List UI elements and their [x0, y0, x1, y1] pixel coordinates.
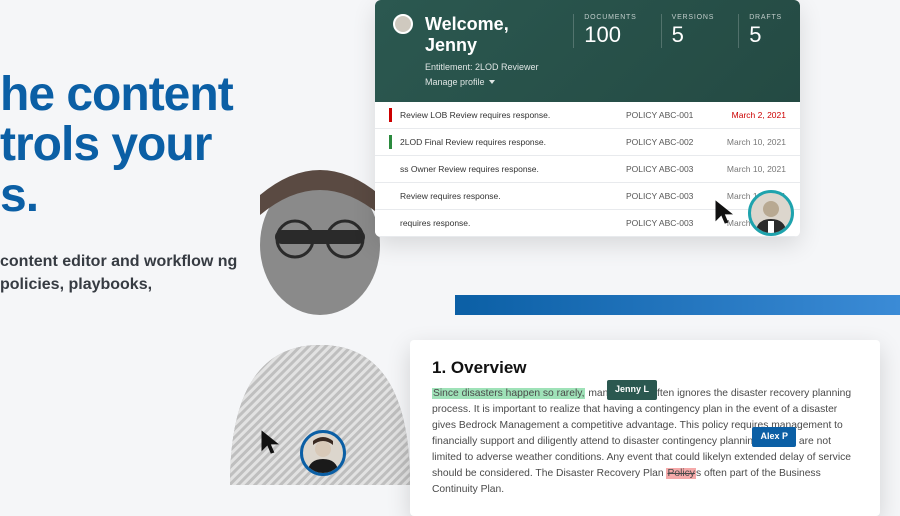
stat-label: VERSIONS — [672, 14, 715, 21]
dashboard-header: Welcome, Jenny Entitlement: 2LOD Reviewe… — [375, 0, 800, 102]
task-row[interactable]: Review LOB Review requires response. POL… — [375, 102, 800, 129]
task-row[interactable]: 2LOD Final Review requires response. POL… — [375, 129, 800, 156]
priority-bar-icon — [389, 108, 392, 122]
stat-documents: DOCUMENTS 100 — [573, 14, 636, 48]
entitlement-text: Entitlement: 2LOD Reviewer — [425, 62, 561, 72]
task-date: March 2, 2021 — [716, 110, 786, 120]
priority-bar-icon — [389, 189, 392, 203]
task-text: Review requires response. — [400, 191, 626, 201]
stat-value: 5 — [749, 22, 782, 48]
comment-tag-alex[interactable]: Alex P — [752, 427, 796, 447]
highlight-red: Policy — [666, 468, 695, 479]
chevron-down-icon — [489, 80, 495, 84]
document-panel: 1. Overview Jenny L Alex P Since disaste… — [410, 340, 880, 516]
stat-label: DOCUMENTS — [584, 14, 636, 21]
welcome-text: Welcome, Jenny — [425, 14, 561, 56]
stat-value: 100 — [584, 22, 636, 48]
task-policy: POLICY ABC-003 — [626, 218, 716, 228]
hero-text: he content trols your s. content editor … — [0, 70, 300, 296]
comment-tag-jenny[interactable]: Jenny L — [607, 380, 657, 400]
stat-versions: VERSIONS 5 — [661, 14, 715, 48]
collaborator-avatar[interactable] — [748, 190, 794, 236]
person-icon — [751, 195, 791, 235]
user-avatar-icon[interactable] — [393, 14, 413, 34]
cursor-icon — [258, 428, 286, 456]
manage-profile-link[interactable]: Manage profile — [425, 77, 495, 87]
doc-heading: 1. Overview — [432, 358, 858, 378]
doc-body[interactable]: Jenny L Alex P Since disasters happen so… — [432, 386, 858, 498]
hero-heading-line2: trols your — [0, 120, 300, 170]
person-icon — [303, 435, 343, 475]
hero-subtext: content editor and workflow ng policies,… — [0, 251, 300, 296]
task-date: March 10, 2021 — [716, 164, 786, 174]
task-text: ss Owner Review requires response. — [400, 164, 626, 174]
task-policy: POLICY ABC-003 — [626, 191, 716, 201]
task-text: Review LOB Review requires response. — [400, 110, 626, 120]
stat-label: DRAFTS — [749, 14, 782, 21]
stat-drafts: DRAFTS 5 — [738, 14, 782, 48]
dashboard-stats: DOCUMENTS 100 VERSIONS 5 DRAFTS 5 — [573, 14, 782, 48]
dashboard-rows: Review LOB Review requires response. POL… — [375, 102, 800, 237]
task-text: 2LOD Final Review requires response. — [400, 137, 626, 147]
task-row[interactable]: requires response. POLICY ABC-003 March … — [375, 210, 800, 237]
priority-bar-icon — [389, 162, 392, 176]
task-row[interactable]: Review requires response. POLICY ABC-003… — [375, 183, 800, 210]
accent-strip — [455, 295, 900, 315]
hero-heading-line1: he content — [0, 70, 300, 120]
dashboard-panel: Welcome, Jenny Entitlement: 2LOD Reviewe… — [375, 0, 800, 237]
task-policy: POLICY ABC-001 — [626, 110, 716, 120]
task-date: March 10, 2021 — [716, 137, 786, 147]
stat-value: 5 — [672, 22, 715, 48]
task-text: requires response. — [400, 218, 626, 228]
manage-profile-label: Manage profile — [425, 77, 485, 87]
priority-bar-icon — [389, 216, 392, 230]
highlight-green: Since disasters happen so rarely, — [432, 388, 585, 399]
task-policy: POLICY ABC-003 — [626, 164, 716, 174]
task-row[interactable]: ss Owner Review requires response. POLIC… — [375, 156, 800, 183]
task-policy: POLICY ABC-002 — [626, 137, 716, 147]
hero-heading-line3: s. — [0, 171, 300, 221]
priority-bar-icon — [389, 135, 392, 149]
collaborator-avatar[interactable] — [300, 430, 346, 476]
